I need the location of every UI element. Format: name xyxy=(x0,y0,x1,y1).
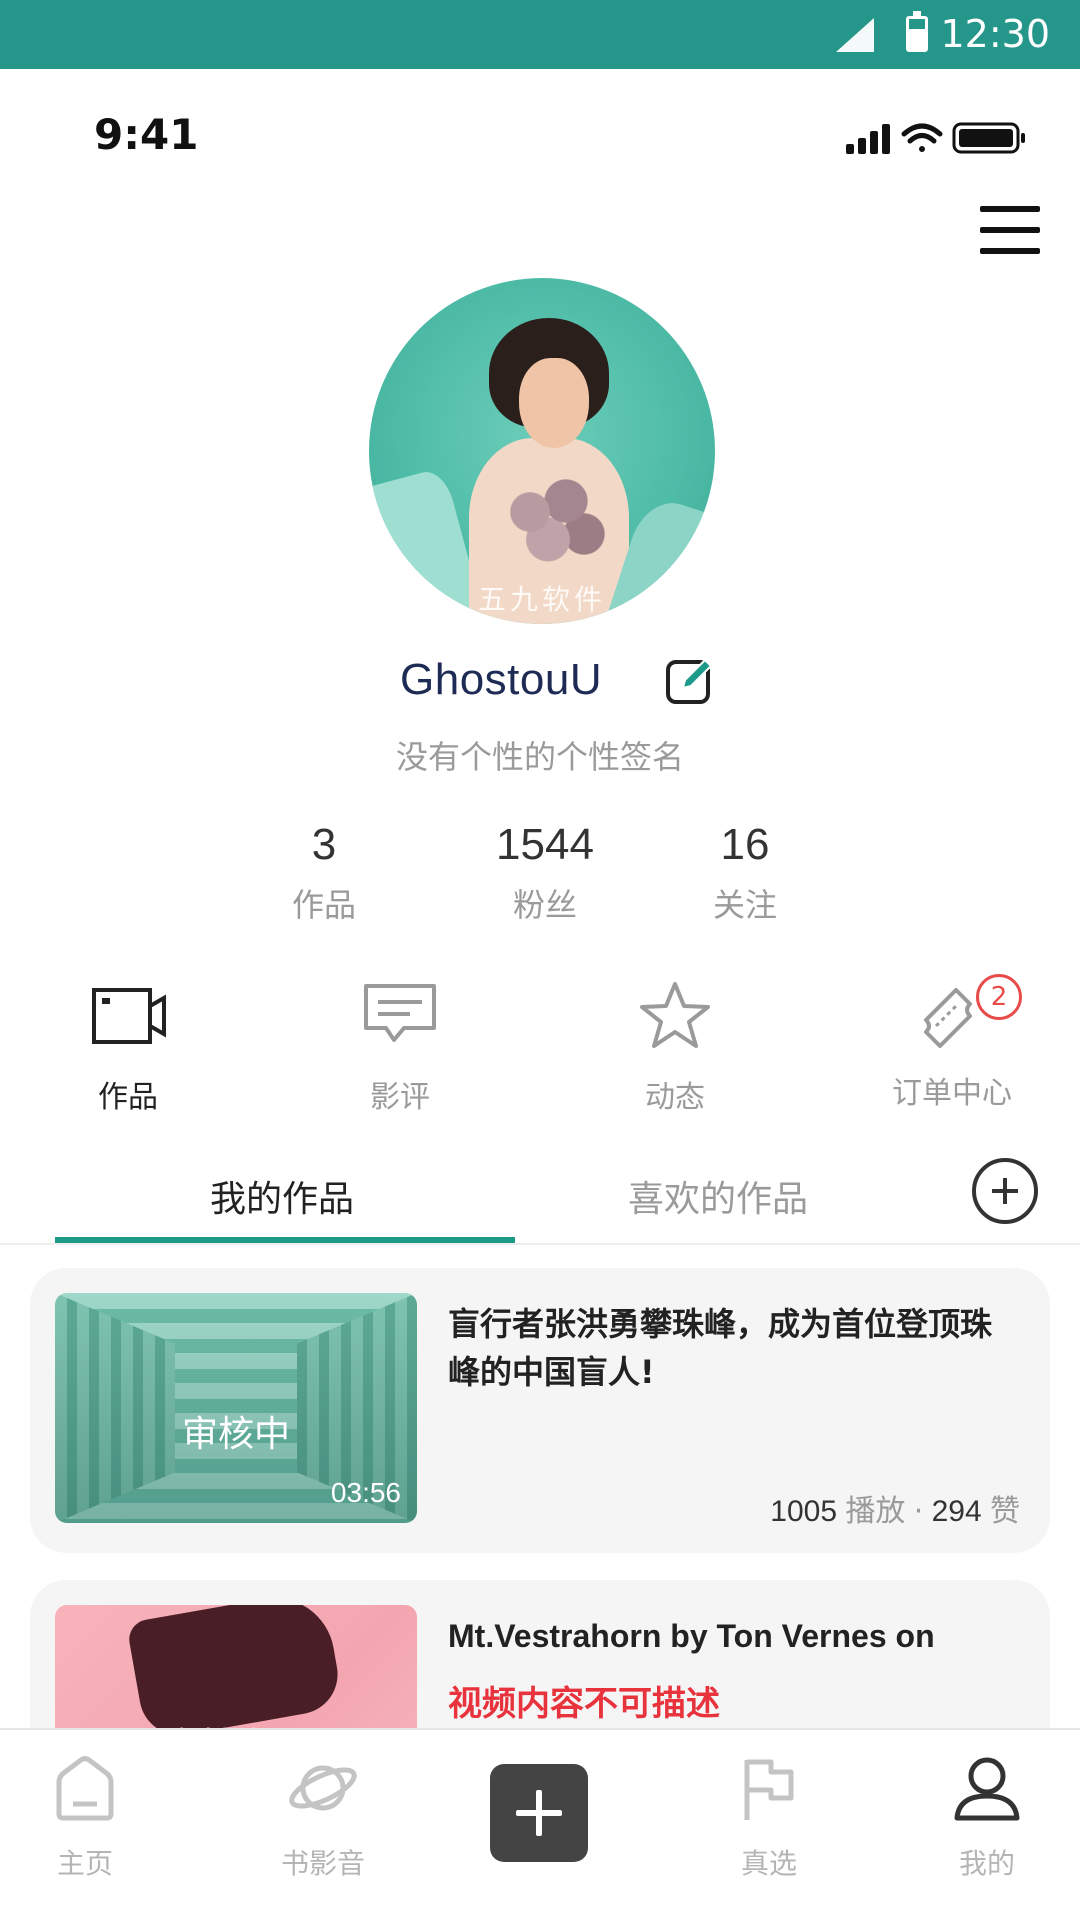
wifi-icon xyxy=(901,123,943,152)
ios-time: 9:41 xyxy=(94,110,199,159)
add-circle-icon[interactable] xyxy=(972,1158,1038,1224)
bottom-nav: 主页 书影音 真选 我的 xyxy=(0,1728,1080,1920)
menu-icon[interactable] xyxy=(980,206,1040,254)
nav-label: 书影音 xyxy=(280,1847,365,1880)
stat-value: 3 xyxy=(311,820,337,869)
star-icon xyxy=(640,982,710,1048)
nav-selected[interactable]: 真选 xyxy=(694,1752,844,1882)
stat-value: 1544 xyxy=(496,820,594,869)
ios-status-icons xyxy=(846,122,1025,154)
video-camera-icon xyxy=(92,988,166,1044)
stat-fans[interactable]: 1544 粉丝 xyxy=(460,820,630,926)
stat-label: 作品 xyxy=(291,886,356,924)
android-status-bar: 12:30 xyxy=(0,0,1080,69)
review-status: 审核中 xyxy=(181,1414,290,1455)
home-icon xyxy=(56,1756,114,1821)
feature-label: 订单中心 xyxy=(892,1076,1012,1111)
nav-profile[interactable]: 我的 xyxy=(912,1752,1062,1882)
feature-orders[interactable]: 2 订单中心 xyxy=(852,974,1052,1112)
ios-battery-icon xyxy=(952,122,1025,154)
android-time: 12:30 xyxy=(940,12,1050,56)
user-icon xyxy=(954,1757,1020,1821)
stat-label: 粉丝 xyxy=(512,886,577,924)
stat-works[interactable]: 3 作品 xyxy=(239,820,409,926)
order-badge: 2 xyxy=(976,974,1022,1020)
add-button[interactable] xyxy=(490,1764,588,1862)
signature: 没有个性的个性签名 xyxy=(395,738,684,776)
work-card[interactable]: 审核中 03:56 盲行者张洪勇攀珠峰，成为首位登顶珠峰的中国盲人! 1005 … xyxy=(30,1268,1050,1553)
video-thumbnail[interactable]: 审核中 03:56 xyxy=(55,1293,417,1523)
meta-separator: · xyxy=(913,1494,924,1529)
battery-icon xyxy=(906,11,928,52)
divider xyxy=(0,1243,1080,1245)
nav-media[interactable]: 书影音 xyxy=(248,1752,398,1882)
comment-icon xyxy=(364,984,436,1042)
nav-home[interactable]: 主页 xyxy=(10,1752,160,1882)
play-count: 1005 xyxy=(770,1495,838,1528)
work-meta: 1005 播放 · 294 赞 xyxy=(770,1486,1020,1530)
like-count: 294 xyxy=(931,1495,982,1528)
work-title: 盲行者张洪勇攀珠峰，成为首位登顶珠峰的中国盲人! xyxy=(448,1305,993,1391)
flag-icon xyxy=(744,1759,794,1820)
tab-my-works[interactable]: 我的作品 xyxy=(210,1170,354,1222)
avatar[interactable]: 五九软件 xyxy=(369,278,715,624)
stat-value: 16 xyxy=(720,820,770,869)
avatar-watermark: 五九软件 xyxy=(477,583,606,616)
nav-label: 我的 xyxy=(958,1847,1015,1880)
username: GhostouU xyxy=(400,655,603,704)
play-label: 播放 xyxy=(845,1494,906,1529)
planet-icon xyxy=(289,1765,357,1811)
tab-liked-works[interactable]: 喜欢的作品 xyxy=(628,1170,808,1222)
signal-icon xyxy=(836,18,874,52)
nav-label: 主页 xyxy=(56,1847,113,1880)
video-duration: 03:56 xyxy=(330,1477,401,1508)
stat-label: 关注 xyxy=(712,886,777,924)
nav-label: 真选 xyxy=(740,1847,797,1880)
feature-reviews[interactable]: 影评 xyxy=(300,980,500,1116)
work-title: Mt.Vestrahorn by Ton Vernes on xyxy=(448,1618,935,1654)
cellular-icon xyxy=(846,124,890,154)
feature-label: 动态 xyxy=(645,1080,705,1115)
stat-following[interactable]: 16 关注 xyxy=(660,820,830,926)
reject-reason: 视频内容不可描述 xyxy=(448,1684,720,1724)
feature-works[interactable]: 作品 xyxy=(28,980,228,1116)
like-label: 赞 xyxy=(990,1494,1020,1529)
edit-icon[interactable] xyxy=(665,656,715,706)
feature-label: 作品 xyxy=(98,1080,158,1115)
feature-label: 影评 xyxy=(370,1080,430,1115)
feature-moments[interactable]: 动态 xyxy=(575,980,775,1116)
